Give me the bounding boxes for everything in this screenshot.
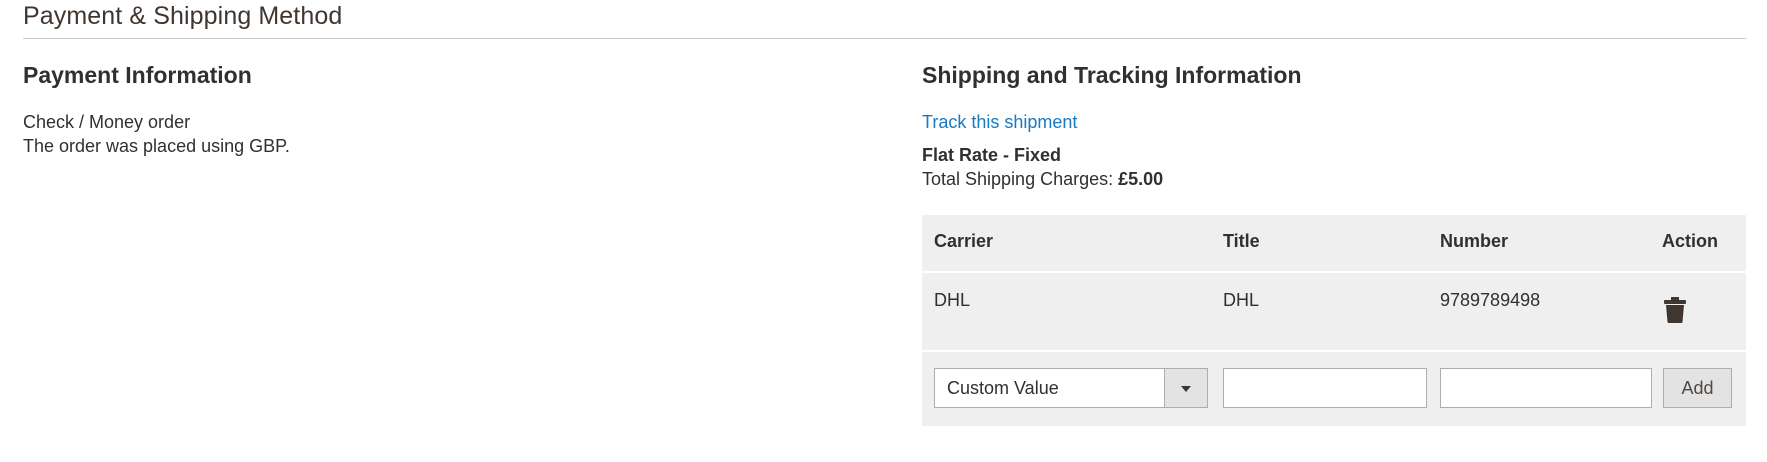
section-title: Payment & Shipping Method [23, 2, 343, 30]
tracking-table-header: Carrier Title Number Action [922, 215, 1746, 271]
row-title: DHL [1223, 290, 1260, 310]
column-header-action: Action [1662, 231, 1718, 251]
track-shipment-link[interactable]: Track this shipment [922, 112, 1077, 133]
row-tracking-number-link[interactable]: 9789789498 [1440, 290, 1540, 311]
chevron-down-icon [1181, 386, 1191, 392]
shipping-info-title: Shipping and Tracking Information [922, 62, 1302, 88]
tracking-title-input[interactable] [1223, 368, 1427, 408]
shipping-charges-line: Total Shipping Charges: £5.00 [922, 169, 1163, 190]
column-header-carrier: Carrier [934, 231, 994, 251]
shipping-method-name: Flat Rate - Fixed [922, 145, 1062, 165]
row-carrier: DHL [934, 290, 971, 310]
trash-icon[interactable] [1664, 297, 1686, 323]
carrier-select[interactable]: Custom Value [934, 368, 1208, 408]
payment-method-text: Check / Money order [23, 112, 191, 132]
payment-currency-note: The order was placed using GBP. [23, 136, 290, 156]
select-arrow-button[interactable] [1164, 369, 1207, 407]
payment-info-title: Payment Information [23, 62, 252, 88]
column-header-title: Title [1223, 231, 1260, 251]
table-separator [922, 271, 1746, 273]
shipping-charges-value: £5.00 [1118, 169, 1164, 189]
section-divider [23, 38, 1746, 39]
column-header-number: Number [1440, 231, 1509, 251]
table-separator [922, 350, 1746, 352]
carrier-select-value: Custom Value [947, 378, 1059, 398]
tracking-table: Carrier Title Number Action DHL DHL 9789… [922, 215, 1746, 426]
tracking-number-input[interactable] [1440, 368, 1652, 408]
add-tracking-button[interactable]: Add [1663, 368, 1732, 408]
shipping-charges-label: Total Shipping Charges: [922, 169, 1119, 189]
